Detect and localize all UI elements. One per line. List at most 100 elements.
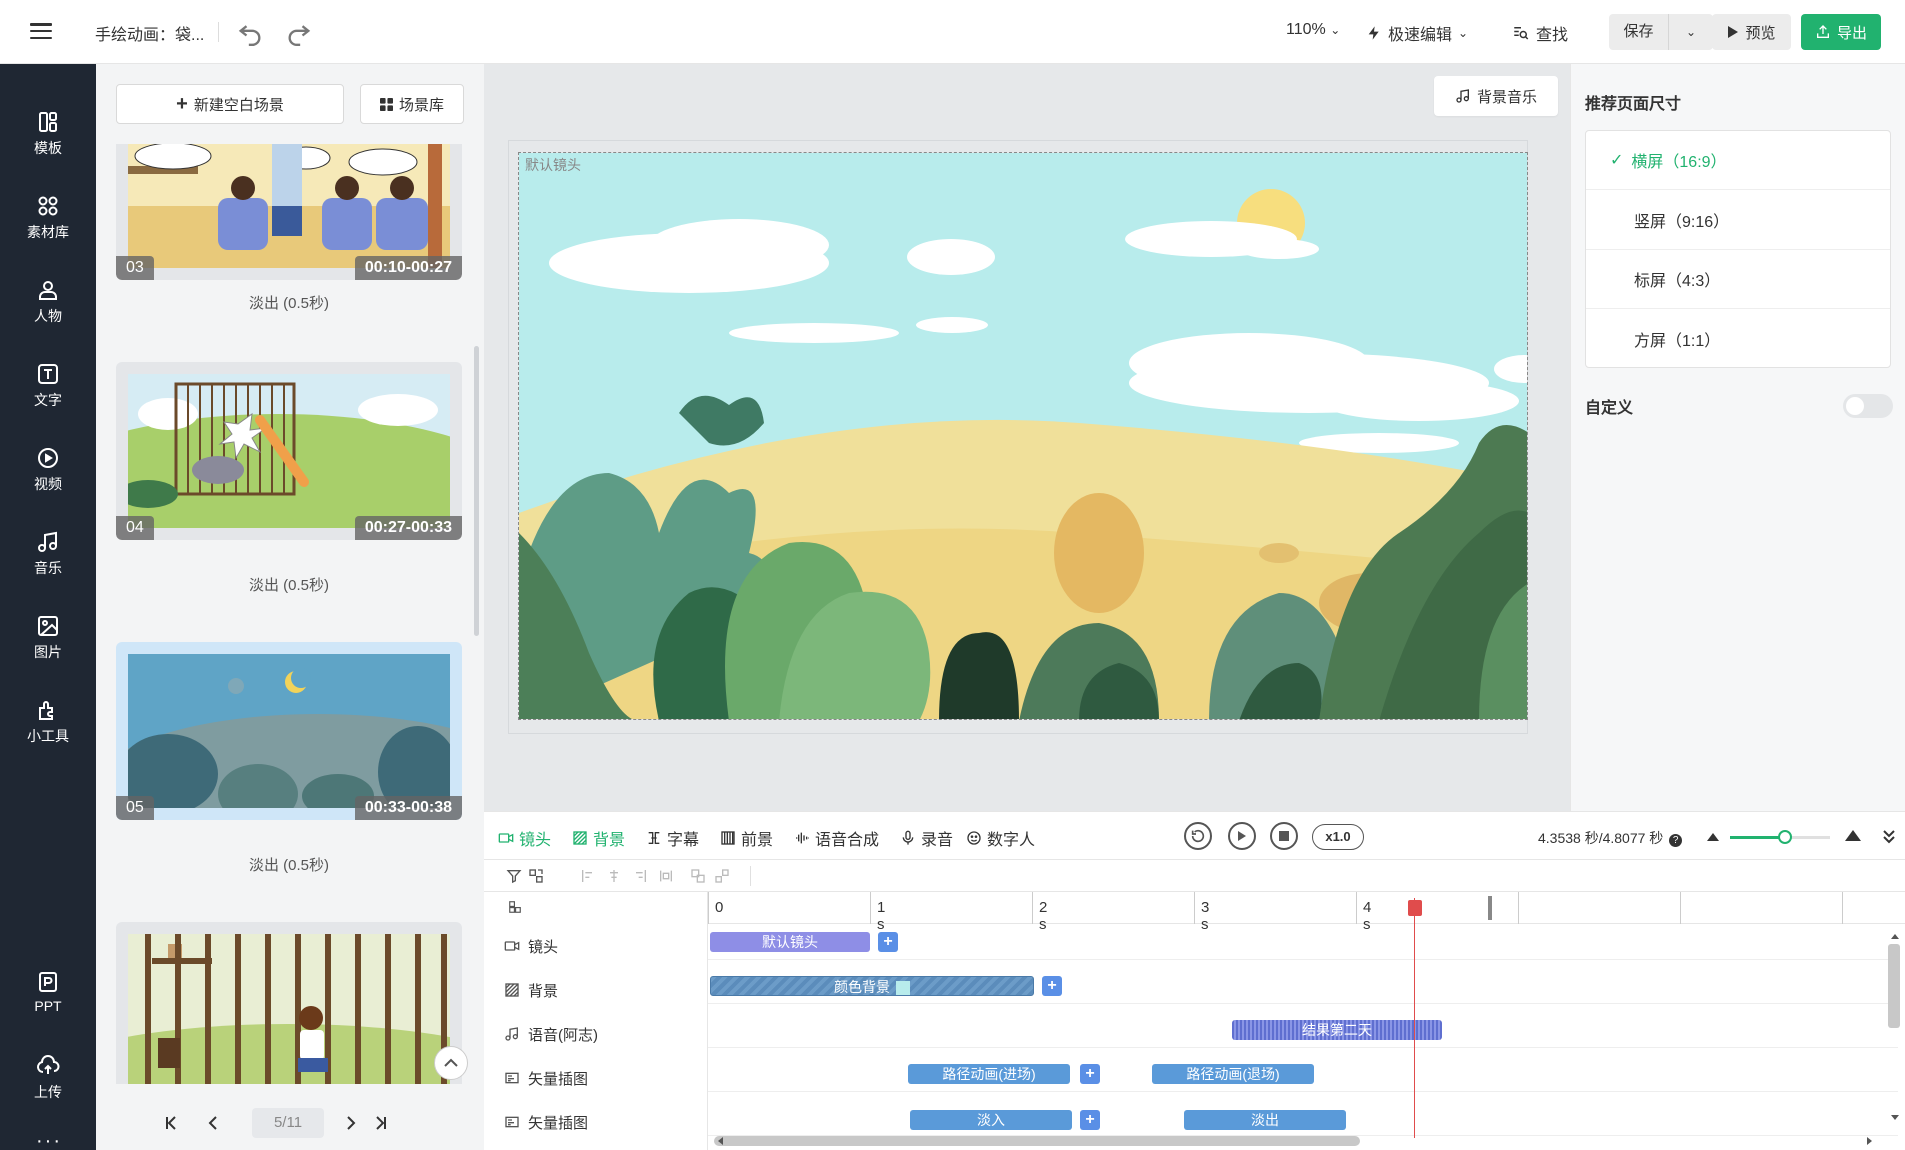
- scene-transition[interactable]: 淡出 (0.5秒): [116, 854, 462, 875]
- nav-item-tools[interactable]: 小工具: [0, 692, 96, 752]
- scroll-right-arrow-icon[interactable]: [1866, 1136, 1874, 1146]
- nav-item-image[interactable]: 图片: [0, 608, 96, 668]
- scene-transition[interactable]: 淡出 (0.5秒): [116, 292, 462, 313]
- size-option-9-16[interactable]: 竖屏（9:16）: [1586, 191, 1890, 250]
- save-button[interactable]: 保存: [1609, 14, 1669, 50]
- zoom-slider-knob[interactable]: [1778, 830, 1792, 844]
- tab-background[interactable]: 背景: [572, 826, 625, 850]
- replay-button[interactable]: [1184, 822, 1212, 850]
- clip-voice[interactable]: 结果第二天: [1232, 1020, 1442, 1040]
- add-clip-button[interactable]: +: [1080, 1110, 1100, 1130]
- speed-edit-button[interactable]: 极速编辑 ⌄: [1366, 21, 1468, 45]
- align-left-icon[interactable]: [580, 868, 596, 884]
- find-button[interactable]: 查找: [1512, 21, 1568, 45]
- play-icon: [1728, 26, 1739, 38]
- scroll-up-arrow-icon[interactable]: [1890, 932, 1900, 940]
- zoom-in-icon[interactable]: [1844, 828, 1862, 842]
- scene-transition[interactable]: 淡出 (0.5秒): [116, 574, 462, 595]
- align-center-icon[interactable]: [606, 868, 622, 884]
- help-icon[interactable]: ?: [1669, 834, 1683, 847]
- undo-icon[interactable]: [236, 18, 264, 46]
- scroll-top-button[interactable]: [434, 1046, 468, 1080]
- size-option-16-9[interactable]: ✓ 横屏（16:9）: [1586, 131, 1890, 190]
- custom-size-toggle[interactable]: [1843, 394, 1893, 418]
- clip-vector2-in[interactable]: 淡入: [910, 1110, 1072, 1130]
- ruler-tick: 1 s: [870, 892, 885, 933]
- add-clip-button[interactable]: +: [1042, 976, 1062, 996]
- zoom-out-icon[interactable]: [1706, 830, 1720, 842]
- nav-item-assets[interactable]: 素材库: [0, 188, 96, 248]
- last-page-button[interactable]: [370, 1112, 392, 1134]
- scene-thumbnail: [128, 934, 450, 1084]
- nav-item-music[interactable]: 音乐: [0, 524, 96, 584]
- tab-shot[interactable]: 镜头: [498, 826, 551, 850]
- clip-shot[interactable]: 默认镜头: [710, 932, 870, 952]
- nav-item-text[interactable]: 文字: [0, 356, 96, 416]
- clip-vector-in[interactable]: 路径动画(进场): [908, 1064, 1070, 1084]
- collapse-icon[interactable]: [1882, 828, 1896, 844]
- scroll-down-arrow-icon[interactable]: [1890, 1114, 1900, 1122]
- clip-vector-out[interactable]: 路径动画(退场): [1152, 1064, 1314, 1084]
- zoom-select[interactable]: 110% ⌄: [1286, 21, 1340, 39]
- time-ruler[interactable]: 0 1 s 2 s 3 s 4 s: [708, 892, 1905, 933]
- zoom-value: 110%: [1286, 21, 1326, 38]
- size-option-1-1[interactable]: 方屏（1:1）: [1586, 309, 1890, 368]
- stop-button[interactable]: [1270, 822, 1298, 850]
- align-right-icon[interactable]: [632, 868, 648, 884]
- prev-page-button[interactable]: [202, 1112, 224, 1134]
- playhead-handle[interactable]: [1408, 900, 1422, 916]
- scene-list-scrollbar[interactable]: [474, 346, 479, 636]
- play-button[interactable]: [1228, 822, 1256, 850]
- layer-sort-icon[interactable]: [528, 868, 544, 884]
- tab-foreground[interactable]: 前景: [720, 826, 773, 850]
- export-button[interactable]: 导出: [1801, 14, 1881, 50]
- nav-item-ppt[interactable]: PPT: [0, 964, 96, 1024]
- nav-item-upload[interactable]: 上传: [0, 1048, 96, 1108]
- tab-subtitle[interactable]: 字幕: [646, 826, 699, 850]
- project-title[interactable]: 手绘动画：袋...: [95, 21, 204, 45]
- tab-record[interactable]: 录音: [900, 826, 953, 850]
- plus-icon: +: [176, 92, 188, 115]
- filter-icon[interactable]: [506, 868, 522, 884]
- preview-button[interactable]: 预览: [1712, 14, 1791, 50]
- nav-item-person[interactable]: 人物: [0, 272, 96, 332]
- scene-card[interactable]: 04 00:27-00:33: [116, 362, 462, 540]
- timeline-end-marker[interactable]: [1488, 896, 1492, 920]
- scene-card[interactable]: 03 00:10-00:27: [116, 144, 462, 280]
- track-layout-icon[interactable]: [508, 900, 522, 914]
- playback-speed[interactable]: x1.0: [1312, 824, 1364, 850]
- clip-background[interactable]: 颜色背景: [710, 976, 1034, 996]
- nav-item-video[interactable]: 视频: [0, 440, 96, 500]
- lightning-icon: [1368, 26, 1379, 40]
- first-page-button[interactable]: [160, 1112, 182, 1134]
- ungroup-icon[interactable]: [714, 868, 730, 884]
- page-input[interactable]: 5/11: [252, 1108, 324, 1138]
- menu-icon[interactable]: [30, 20, 52, 42]
- distribute-icon[interactable]: [658, 868, 674, 884]
- timeline-vertical-scrollbar[interactable]: [1888, 944, 1900, 1028]
- next-page-button[interactable]: [340, 1112, 362, 1134]
- nav-item-template[interactable]: 模板: [0, 104, 96, 164]
- new-blank-scene-button[interactable]: + 新建空白场景: [116, 84, 344, 124]
- stage[interactable]: 默认镜头: [518, 152, 1528, 720]
- redo-icon[interactable]: [285, 18, 313, 46]
- scene-card[interactable]: [116, 922, 462, 1084]
- scroll-left-arrow-icon[interactable]: [716, 1136, 724, 1146]
- tab-tts[interactable]: 语音合成: [794, 826, 879, 850]
- scene-card[interactable]: 05 00:33-00:38: [116, 642, 462, 820]
- timeline-horizontal-scrollbar[interactable]: [714, 1136, 1360, 1146]
- group-icon[interactable]: [690, 868, 706, 884]
- add-clip-button[interactable]: +: [878, 932, 898, 952]
- track-name: 矢量插图: [528, 1114, 589, 1132]
- zoom-slider[interactable]: [1730, 830, 1830, 844]
- more-button[interactable]: ···: [36, 1130, 62, 1150]
- playhead[interactable]: [1414, 898, 1415, 1138]
- tab-digital-human[interactable]: 数字人: [966, 826, 1035, 850]
- size-option-4-3[interactable]: 标屏（4:3）: [1586, 250, 1890, 309]
- add-clip-button[interactable]: +: [1080, 1064, 1100, 1084]
- clip-vector2-out[interactable]: 淡出: [1184, 1110, 1346, 1130]
- save-dropdown-button[interactable]: ⌄: [1669, 14, 1713, 50]
- scene-library-button[interactable]: 场景库: [360, 84, 464, 124]
- recommended-size-title: 推荐页面尺寸: [1585, 96, 1682, 113]
- background-music-button[interactable]: 背景音乐: [1434, 76, 1558, 116]
